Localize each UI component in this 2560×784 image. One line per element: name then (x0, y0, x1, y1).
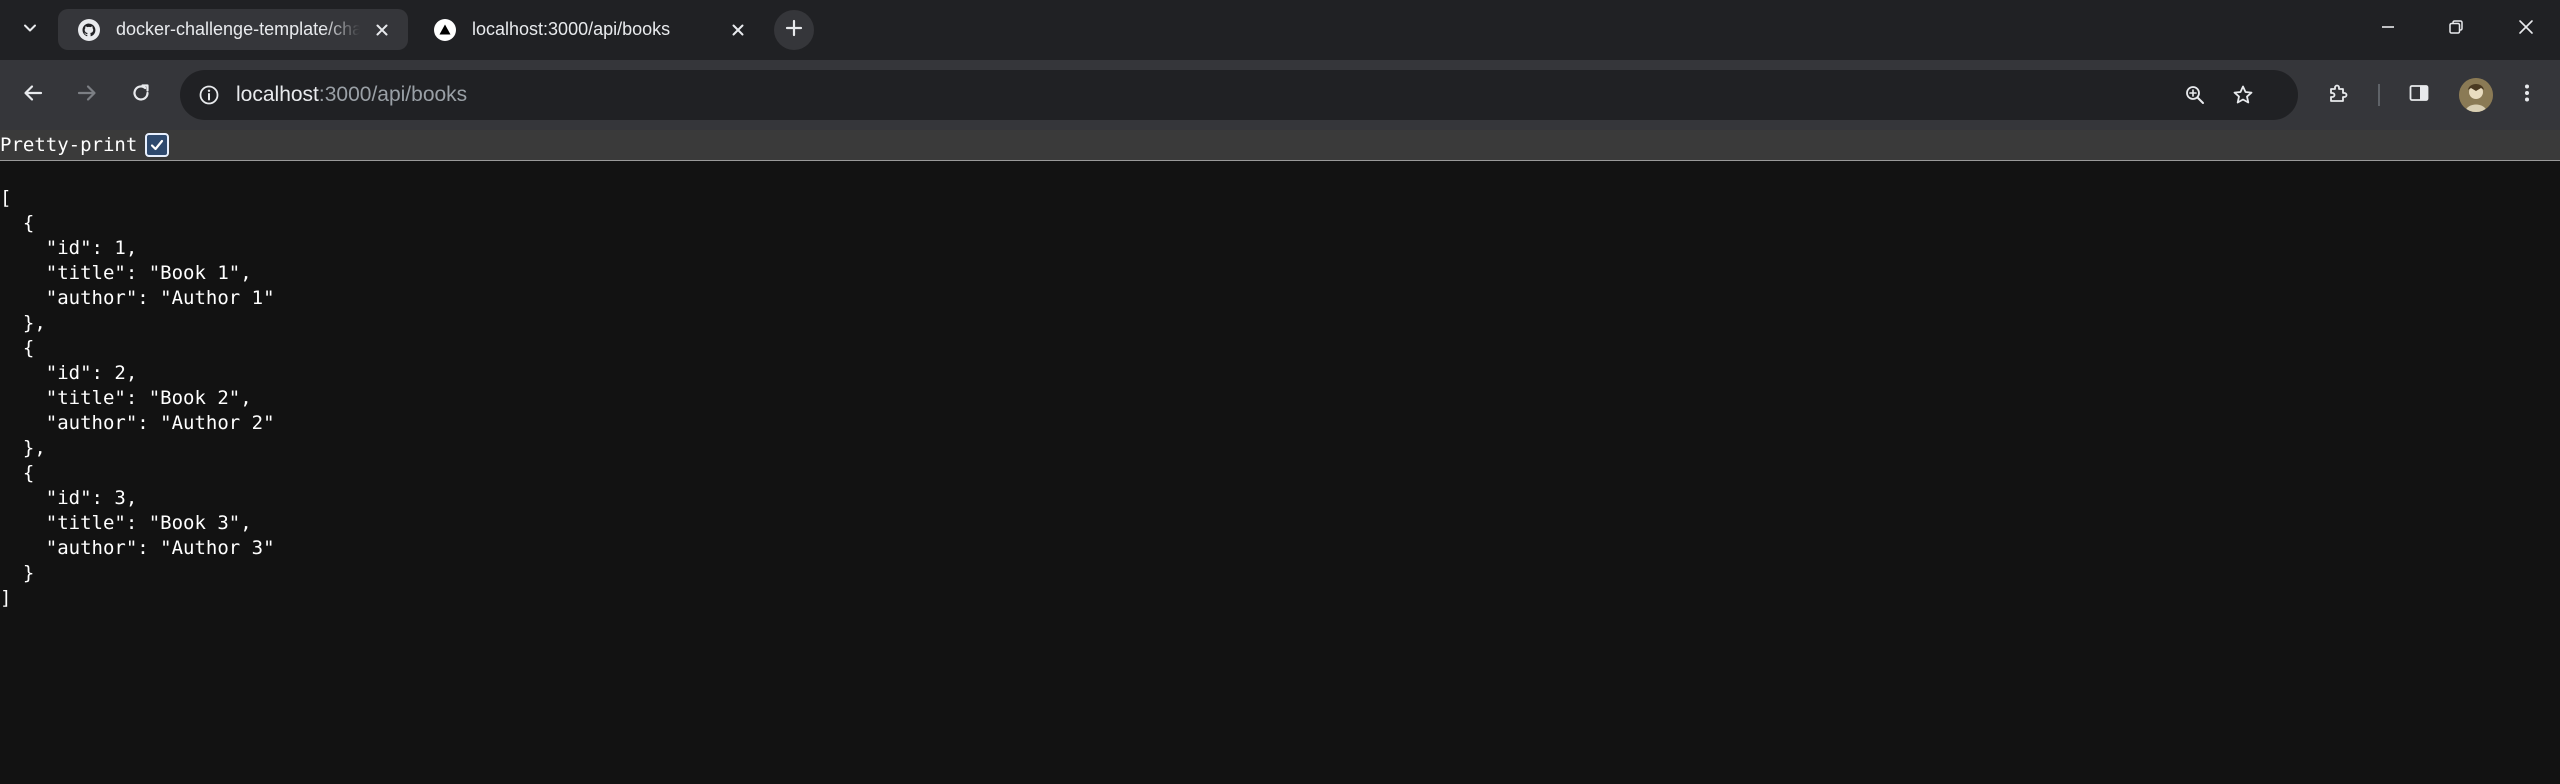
tab-github[interactable]: docker-challenge-template/cha (58, 9, 408, 50)
minimize-button[interactable] (2358, 0, 2418, 58)
json-line: }, (0, 312, 46, 334)
url-host: localhost (236, 83, 319, 106)
checkmark-icon (150, 139, 164, 151)
forward-button[interactable] (67, 75, 107, 115)
close-icon (2517, 18, 2535, 41)
minimize-icon (2379, 18, 2397, 41)
json-line: { (0, 462, 35, 484)
puzzle-piece-icon (2326, 81, 2350, 110)
toolbar-divider (2378, 84, 2380, 106)
pretty-print-checkbox[interactable] (145, 133, 169, 157)
json-line: }, (0, 437, 46, 459)
info-icon[interactable] (192, 78, 226, 112)
json-line: "title": "Book 3", (0, 512, 252, 534)
json-line: [ (0, 187, 12, 209)
pretty-print-label: Pretty-print (0, 134, 138, 156)
close-window-button[interactable] (2496, 0, 2556, 58)
json-line: "author": "Author 1" (0, 287, 275, 309)
json-line: "title": "Book 1", (0, 262, 252, 284)
restore-icon (2447, 18, 2465, 41)
extensions-button[interactable] (2318, 75, 2358, 115)
arrow-right-icon (76, 82, 98, 109)
restore-button[interactable] (2426, 0, 2486, 58)
profile-avatar[interactable] (2459, 78, 2493, 112)
reload-button[interactable] (121, 75, 161, 115)
json-line: "id": 3, (0, 487, 138, 509)
close-icon[interactable] (368, 16, 396, 44)
plus-icon (784, 18, 804, 43)
zoom-icon[interactable] (2178, 78, 2212, 112)
new-tab-button[interactable] (774, 10, 814, 50)
tab-strip: docker-challenge-template/cha localhost:… (0, 0, 2560, 60)
json-line: } (0, 562, 35, 584)
back-button[interactable] (13, 75, 53, 115)
json-line: { (0, 337, 35, 359)
json-content: [ { "id": 1, "title": "Book 1", "author"… (0, 186, 275, 611)
json-line: "author": "Author 3" (0, 537, 275, 559)
tab-title: docker-challenge-template/cha (116, 19, 360, 39)
side-panel-icon (2407, 81, 2431, 110)
json-line: "author": "Author 2" (0, 412, 275, 434)
menu-button[interactable] (2507, 75, 2547, 115)
triangle-logo-icon (432, 17, 458, 43)
json-line: { (0, 212, 35, 234)
pretty-print-bar: Pretty-print (0, 130, 2560, 161)
json-line: ] (0, 587, 12, 609)
tab-search-button[interactable] (12, 12, 48, 48)
url-text[interactable]: localhost:3000/api/books (236, 70, 467, 120)
tab-localhost[interactable]: localhost:3000/api/books (414, 9, 764, 50)
close-icon[interactable] (724, 16, 752, 44)
url-path: :3000/api/books (318, 83, 468, 106)
reload-icon (130, 82, 152, 109)
github-icon (76, 17, 102, 43)
tab-title: localhost:3000/api/books (472, 19, 671, 39)
json-line: "id": 1, (0, 237, 138, 259)
chevron-down-icon (21, 19, 39, 42)
browser-toolbar: localhost:3000/api/books (0, 60, 2560, 130)
address-bar[interactable]: localhost:3000/api/books (180, 70, 2298, 120)
bookmark-star-icon[interactable] (2226, 78, 2260, 112)
side-panel-button[interactable] (2399, 75, 2439, 115)
kebab-menu-icon (2515, 81, 2539, 110)
arrow-left-icon (22, 82, 44, 109)
json-line: "id": 2, (0, 362, 138, 384)
json-line: "title": "Book 2", (0, 387, 252, 409)
